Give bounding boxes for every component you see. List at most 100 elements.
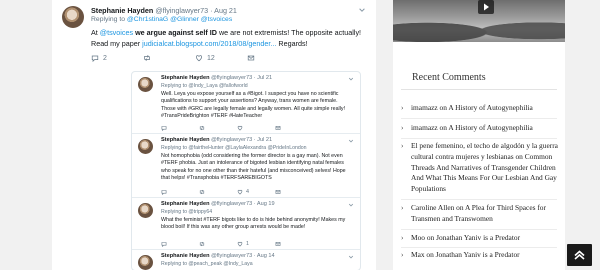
thread-tweet[interactable]: Stephanie Hayden @flyinglawyer73 · Aug 1… (132, 198, 360, 250)
comment-on: on (426, 250, 434, 259)
author-name[interactable]: Stephanie Hayden (161, 75, 210, 81)
envelope-icon (275, 190, 281, 194)
text-bold: we argue against self ID (135, 28, 217, 37)
tweet-header: Stephanie Hayden @flyinglawyer73 · Aug 2… (91, 6, 237, 15)
comment-author[interactable]: imamazz (411, 123, 438, 132)
message-button[interactable] (275, 189, 313, 195)
author-name[interactable]: Stephanie Hayden (161, 201, 210, 207)
message-button[interactable] (247, 54, 299, 62)
heart-icon (237, 125, 243, 131)
chevron-down-icon[interactable] (358, 6, 366, 14)
retweet-button[interactable] (199, 241, 237, 247)
tweet-actions: 1 (161, 241, 313, 247)
like-button[interactable] (237, 125, 275, 131)
tweet-text: Not homophobia (odd considering the form… (161, 153, 346, 182)
replying-to: Replying to @Chr1stinaG @Glinner @tsvoic… (91, 16, 232, 23)
thread-tweet[interactable]: Stephanie Hayden @flyinglawyer73 · Jul 2… (132, 72, 360, 134)
retweet-button[interactable] (199, 189, 237, 195)
replying-to[interactable]: Replying to @Indy_Laya @fallofworld (161, 83, 248, 89)
comment-author[interactable]: imamazz (411, 103, 438, 112)
chevron-down-icon[interactable] (348, 138, 354, 144)
chevron-right-icon: › (401, 124, 404, 132)
envelope-icon (247, 55, 255, 61)
comment-on: on (439, 103, 447, 112)
chevron-down-icon[interactable] (348, 202, 354, 208)
replying-to[interactable]: Replying to @peach_peak @Indy_Laya (161, 261, 253, 267)
thread-tweet[interactable]: Stephanie Hayden @flyinglawyer73 · Aug 1… (132, 250, 360, 270)
page-margin (565, 0, 600, 270)
tweet-actions: 2 12 (91, 54, 299, 62)
author-name[interactable]: Stephanie Hayden (161, 137, 210, 143)
avatar[interactable] (138, 255, 153, 270)
avatar[interactable] (138, 203, 153, 218)
tweet-actions: 4 (161, 189, 313, 195)
comment-on: on (515, 151, 523, 161)
chevron-down-icon[interactable] (348, 254, 354, 260)
like-button[interactable]: 1 (237, 241, 275, 247)
chevron-right-icon: › (401, 204, 404, 212)
reply-button[interactable] (161, 125, 199, 131)
reply-icon (161, 126, 167, 131)
tweet-header: Stephanie Hayden @flyinglawyer73 · Jul 2… (161, 137, 272, 143)
divider (401, 138, 557, 139)
avatar[interactable] (138, 139, 153, 154)
comment-post-link[interactable]: Jonathan Yaniv is a Predator (436, 250, 520, 259)
author-handle[interactable]: @flyinglawyer73 · Jul 21 (211, 137, 272, 143)
reply-button[interactable] (161, 241, 199, 247)
divider (401, 118, 557, 119)
message-button[interactable] (275, 125, 313, 131)
replying-to-handles[interactable]: @Chr1stinaG @Glinner @tsvoices (127, 16, 232, 23)
reply-button[interactable] (161, 189, 199, 195)
retweet-button[interactable] (143, 54, 195, 62)
author-handle[interactable]: @flyinglawyer73 · Aug 19 (211, 201, 275, 207)
retweet-button[interactable] (199, 125, 237, 131)
heart-icon (196, 55, 202, 62)
author-handle[interactable]: @flyinglawyer73 · Jul 21 (211, 75, 272, 81)
retweet-icon (144, 55, 150, 61)
divider (401, 89, 557, 90)
tweet-header: Stephanie Hayden @flyinglawyer73 · Jul 2… (161, 75, 272, 81)
blog-link[interactable]: judicialcat.blogspot.com/2018/08/gender.… (142, 39, 276, 48)
chevron-right-icon: › (401, 251, 404, 259)
reply-button[interactable]: 2 (91, 54, 143, 62)
tweet-date[interactable]: · Aug 21 (210, 6, 237, 15)
replying-to[interactable]: Replying to @trippy64 (161, 209, 212, 215)
message-button[interactable] (275, 241, 313, 247)
reply-icon (91, 55, 99, 62)
replying-to[interactable]: Replying to @fairtheHunter @LaylaAlexand… (161, 145, 307, 151)
chevron-right-icon: › (401, 142, 404, 150)
avatar[interactable] (138, 77, 153, 92)
comment-author[interactable]: Max (411, 250, 425, 259)
chevron-right-icon: › (401, 104, 404, 112)
like-button[interactable]: 4 (237, 189, 275, 195)
page: Stephanie Hayden @flyinglawyer73 · Aug 2… (0, 0, 600, 270)
comment-author[interactable]: Caroline Allen (411, 203, 454, 212)
author-name[interactable]: Stephanie Hayden (91, 6, 153, 15)
play-icon[interactable] (478, 0, 494, 14)
chevron-down-icon[interactable] (348, 76, 354, 82)
video-scene (393, 10, 565, 42)
text-end: Regards! (278, 39, 308, 48)
recent-comments-heading: Recent Comments (412, 72, 486, 83)
arrow-up-icon (574, 250, 585, 260)
avatar[interactable] (62, 6, 84, 28)
thread-tweet[interactable]: Stephanie Hayden @flyinglawyer73 · Jul 2… (132, 134, 360, 198)
divider (401, 247, 557, 248)
reply-count: 2 (103, 54, 107, 62)
divider (401, 229, 557, 230)
tweet-text: What the feminist #TERF bigots like to d… (161, 217, 346, 231)
scroll-to-top-button[interactable] (567, 244, 592, 266)
comment-author[interactable]: Moo (411, 233, 425, 242)
like-button[interactable]: 12 (195, 54, 247, 62)
tweet-actions (161, 125, 313, 131)
replying-prefix: Replying to (91, 16, 126, 23)
comment-on: on (456, 203, 464, 212)
author-name[interactable]: Stephanie Hayden (161, 253, 210, 259)
author-handle[interactable]: @flyinglawyer73 · Aug 14 (211, 253, 275, 259)
comment-post-link[interactable]: Jonathan Yaniv is a Predator (436, 233, 520, 242)
comment-post-link[interactable]: A History of Autogynephilia (448, 103, 532, 112)
comment-post-link[interactable]: A History of Autogynephilia (448, 123, 532, 132)
retweet-icon (199, 125, 205, 131)
mention-link[interactable]: @tsvoices (100, 28, 133, 37)
author-handle[interactable]: @flyinglawyer73 (155, 6, 208, 15)
